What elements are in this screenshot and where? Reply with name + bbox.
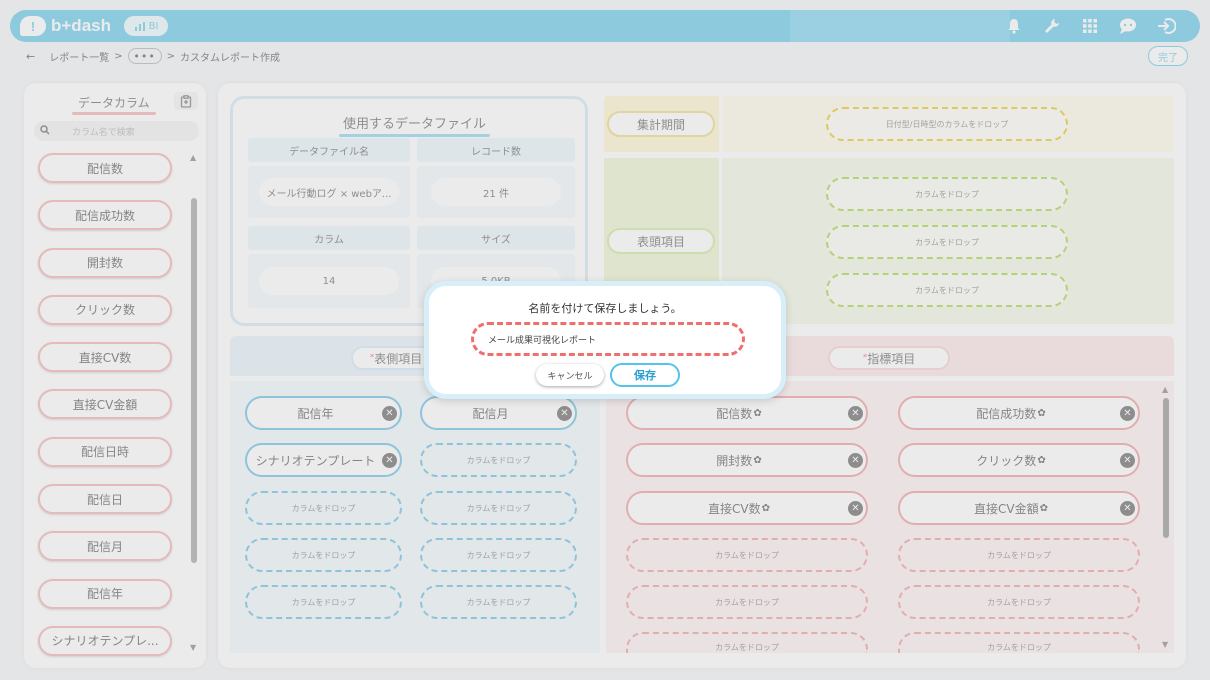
save-dialog: 名前を付けて保存しましょう。 キャンセル 保存 xyxy=(424,281,786,399)
dialog-title: 名前を付けて保存しましょう。 xyxy=(528,302,682,315)
cancel-button[interactable]: キャンセル xyxy=(536,364,604,386)
save-button[interactable]: 保存 xyxy=(610,363,680,387)
report-name-input[interactable] xyxy=(471,322,745,356)
